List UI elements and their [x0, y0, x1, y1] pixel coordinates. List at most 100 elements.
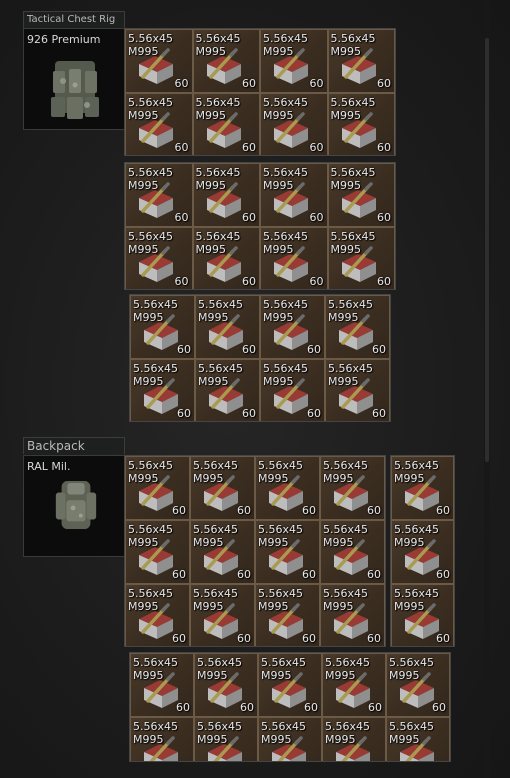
ammo-count: 60: [237, 568, 251, 581]
ammo-stack[interactable]: 5.56x45 M995 60: [130, 717, 194, 761]
ammo-caliber: 5.56x45: [258, 523, 303, 536]
backpack-header-label: Backpack: [27, 439, 85, 453]
ammo-stack[interactable]: 5.56x45 M995 60: [320, 520, 385, 584]
ammo-count: 60: [372, 407, 386, 420]
ammo-count: 60: [377, 211, 391, 224]
ammo-stack[interactable]: 5.56x45 M995 60: [125, 163, 193, 227]
ammo-stack[interactable]: 5.56x45 M995 60: [255, 584, 320, 646]
ammo-stack[interactable]: 5.56x45 M995 60: [327, 93, 395, 155]
ammo-stack[interactable]: 5.56x45 M995 60: [190, 456, 255, 520]
chest-rig-grid-1: 5.56x45 M995 60 5.56x45 M995 60 5.56x45 …: [124, 28, 396, 156]
ammo-stack[interactable]: 5.56x45 M995 60: [125, 29, 193, 93]
ammo-caliber: 5.56x45: [389, 720, 434, 733]
ammo-model: M995: [133, 733, 164, 746]
ammo-count: 60: [242, 343, 256, 356]
ammo-caliber: 5.56x45: [263, 298, 308, 311]
ammo-stack[interactable]: 5.56x45 M995 60: [258, 653, 322, 717]
ammo-stack[interactable]: 5.56x45 M995 60: [192, 93, 260, 155]
ammo-stack[interactable]: 5.56x45 M995 60: [192, 227, 260, 289]
ammo-stack[interactable]: 5.56x45 M995 60: [391, 584, 454, 646]
backpack-slot[interactable]: RAL Mil.: [23, 455, 125, 557]
ammo-caliber: 5.56x45: [323, 523, 368, 536]
ammo-stack[interactable]: 5.56x45 M995 60: [391, 520, 454, 584]
ammo-caliber: 5.56x45: [128, 32, 173, 45]
ammo-stack[interactable]: 5.56x45 M995 60: [325, 359, 390, 421]
ammo-stack[interactable]: 5.56x45 M995 60: [255, 456, 320, 520]
chest-rig-item-name: 926 Premium: [27, 33, 101, 46]
chest-rig-header-label: Tactical Chest Rig: [27, 14, 116, 25]
ammo-stack[interactable]: 5.56x45 M995 60: [320, 456, 385, 520]
ammo-count: 60: [302, 504, 316, 517]
ammo-stack[interactable]: 5.56x45 M995 60: [320, 584, 385, 646]
ammo-stack[interactable]: 5.56x45 M995 60: [190, 520, 255, 584]
ammo-caliber: 5.56x45: [263, 166, 308, 179]
ammo-model: M995: [133, 375, 164, 388]
ammo-model: M995: [133, 669, 164, 682]
ammo-stack[interactable]: 5.56x45 M995 60: [386, 653, 450, 717]
ammo-caliber: 5.56x45: [328, 298, 373, 311]
ammo-caliber: 5.56x45: [263, 32, 308, 45]
ammo-stack[interactable]: 5.56x45 M995 60: [391, 456, 454, 520]
ammo-count: 60: [176, 701, 190, 714]
ammo-stack[interactable]: 5.56x45 M995 60: [260, 93, 328, 155]
ammo-stack[interactable]: 5.56x45 M995 60: [260, 359, 325, 421]
ammo-stack[interactable]: 5.56x45 M995 60: [255, 520, 320, 584]
ammo-stack[interactable]: 5.56x45 M995 60: [327, 163, 395, 227]
scrollbar-thumb[interactable]: [485, 38, 489, 462]
ammo-stack[interactable]: 5.56x45 M995 60: [125, 93, 193, 155]
ammo-count: 60: [237, 632, 251, 645]
ammo-stack[interactable]: 5.56x45 M995 60: [260, 29, 328, 93]
ammo-stack[interactable]: 5.56x45 M995 60: [260, 227, 328, 289]
ammo-model: M995: [330, 179, 362, 192]
ammo-count: 60: [177, 407, 191, 420]
ammo-count: 60: [242, 275, 256, 288]
ammo-stack[interactable]: 5.56x45 M995 60: [190, 584, 255, 646]
ammo-stack[interactable]: 5.56x45 M995 60: [386, 717, 450, 761]
ammo-count: 60: [436, 504, 450, 517]
ammo-count: 60: [432, 701, 446, 714]
ammo-caliber: 5.56x45: [195, 96, 241, 109]
ammo-stack[interactable]: 5.56x45 M995 60: [322, 717, 386, 761]
ammo-stack[interactable]: 5.56x45 M995 60: [130, 295, 195, 359]
ammo-stack[interactable]: 5.56x45 M995 60: [130, 359, 195, 421]
ammo-caliber: 5.56x45: [198, 298, 243, 311]
ammo-caliber: 5.56x45: [394, 523, 439, 536]
scrollbar[interactable]: [484, 0, 490, 778]
ammo-stack[interactable]: 5.56x45 M995 60: [195, 359, 260, 421]
ammo-model: M995: [389, 669, 420, 682]
ammo-stack[interactable]: 5.56x45 M995 60: [194, 717, 258, 761]
ammo-stack[interactable]: 5.56x45 M995 60: [325, 295, 390, 359]
ammo-stack[interactable]: 5.56x45 M995 60: [327, 227, 395, 289]
chest-rig-slot[interactable]: 926 Premium: [23, 28, 125, 130]
ammo-count: 60: [237, 504, 251, 517]
ammo-caliber: 5.56x45: [133, 656, 178, 669]
ammo-stack[interactable]: 5.56x45 M995 60: [125, 584, 190, 646]
ammo-stack[interactable]: 5.56x45 M995 60: [194, 653, 258, 717]
ammo-stack[interactable]: 5.56x45 M995 60: [260, 295, 325, 359]
ammo-stack[interactable]: 5.56x45 M995 60: [125, 520, 190, 584]
ammo-stack[interactable]: 5.56x45 M995 60: [258, 717, 322, 761]
ammo-caliber: 5.56x45: [330, 32, 376, 45]
ammo-count: 60: [367, 568, 381, 581]
ammo-caliber: 5.56x45: [133, 298, 178, 311]
ammo-stack[interactable]: 5.56x45 M995 60: [192, 163, 260, 227]
ammo-stack[interactable]: 5.56x45 M995 60: [192, 29, 260, 93]
ammo-stack[interactable]: 5.56x45 M995 60: [195, 295, 260, 359]
ammo-model: M995: [325, 669, 356, 682]
ammo-stack[interactable]: 5.56x45 M995 60: [130, 653, 194, 717]
ammo-stack[interactable]: 5.56x45 M995 60: [322, 653, 386, 717]
ammo-model: M995: [197, 669, 228, 682]
ammo-model: M995: [328, 311, 359, 324]
ammo-stack[interactable]: 5.56x45 M995 60: [260, 163, 328, 227]
ammo-model: M995: [328, 375, 359, 388]
ammo-model: M995: [133, 311, 164, 324]
ammo-count: 60: [367, 504, 381, 517]
ammo-model: M995: [197, 733, 228, 746]
ammo-caliber: 5.56x45: [195, 230, 241, 243]
ammo-stack[interactable]: 5.56x45 M995 60: [125, 227, 193, 289]
ammo-caliber: 5.56x45: [263, 96, 308, 109]
ammo-count: 60: [436, 632, 450, 645]
ammo-stack[interactable]: 5.56x45 M995 60: [327, 29, 395, 93]
ammo-stack[interactable]: 5.56x45 M995 60: [125, 456, 190, 520]
ammo-model: M995: [394, 536, 425, 549]
